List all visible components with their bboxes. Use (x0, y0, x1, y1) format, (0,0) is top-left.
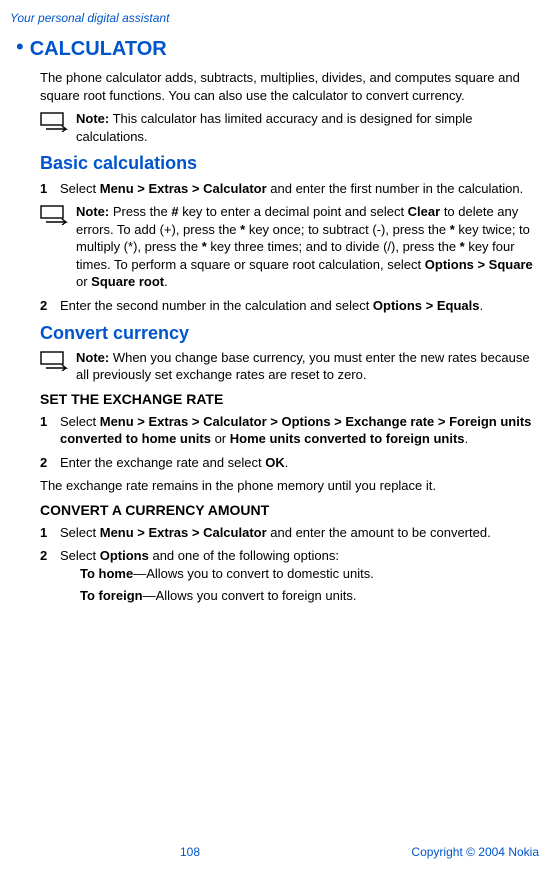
note-icon (40, 203, 76, 225)
option-label: To home (80, 566, 133, 581)
t: key once; to subtract (-), press the (245, 222, 449, 237)
menu-path: Home units converted to foreign units (230, 431, 465, 446)
option-to-home: To home—Allows you to convert to domesti… (80, 565, 539, 583)
t: Select (60, 548, 100, 563)
text: Select (60, 181, 100, 196)
t: or (76, 274, 91, 289)
option-desc: —Allows you to convert to domestic units… (133, 566, 374, 581)
option-label: To foreign (80, 588, 143, 603)
note-text: When you change base currency, you must … (76, 350, 530, 383)
clear-label: Clear (408, 204, 441, 219)
step-number: 1 (40, 413, 60, 448)
step-number: 2 (40, 297, 60, 315)
t: Select (60, 414, 100, 429)
header-section-title: Your personal digital assistant (10, 10, 539, 26)
step-amount-2: 2 Select Options and one of the followin… (40, 547, 539, 608)
note-label: Note: (76, 204, 109, 219)
step-body: Enter the second number in the calculati… (60, 297, 539, 315)
menu-path: Menu > Extras > Calculator (100, 525, 267, 540)
note-accuracy: Note: This calculator has limited accura… (40, 110, 539, 145)
ok-label: OK (265, 455, 285, 470)
note-body: Note: This calculator has limited accura… (76, 110, 539, 145)
step-amount-1: 1 Select Menu > Extras > Calculator and … (40, 524, 539, 542)
step-number: 1 (40, 180, 60, 198)
note-label: Note: (76, 350, 109, 365)
note-currency: Note: When you change base currency, you… (40, 349, 539, 384)
note-icon (40, 110, 76, 132)
step-basic-1: 1 Select Menu > Extras > Calculator and … (40, 180, 539, 198)
note-keys: Note: Press the # key to enter a decimal… (40, 203, 539, 291)
t: . (164, 274, 168, 289)
step-basic-2: 2 Enter the second number in the calcula… (40, 297, 539, 315)
options-equals: Options > Equals (373, 298, 480, 313)
page-footer: 108 Copyright © 2004 Nokia (0, 844, 559, 860)
h2-convert-currency: Convert currency (40, 321, 539, 345)
t: . (465, 431, 469, 446)
step-body: Select Options and one of the following … (60, 547, 539, 608)
h3-set-exchange-rate: SET THE EXCHANGE RATE (40, 390, 539, 409)
t: Enter the exchange rate and select (60, 455, 265, 470)
t: Select (60, 525, 100, 540)
t: . (479, 298, 483, 313)
note-icon (40, 349, 76, 371)
bullet-icon: • (16, 36, 24, 58)
step-number: 1 (40, 524, 60, 542)
t: key to enter a decimal point and select (179, 204, 408, 219)
copyright-text: Copyright © 2004 Nokia (411, 844, 539, 860)
page-number: 108 (180, 844, 200, 860)
note-body: Note: When you change base currency, you… (76, 349, 539, 384)
note-body: Note: Press the # key to enter a decimal… (76, 203, 539, 291)
t: and one of the following options: (149, 548, 339, 563)
step-body: Enter the exchange rate and select OK. (60, 454, 539, 472)
step-number: 2 (40, 454, 60, 472)
t: or (211, 431, 230, 446)
options-path: Options > Square (425, 257, 533, 272)
intro-paragraph: The phone calculator adds, subtracts, mu… (40, 69, 539, 104)
text: and enter the first number in the calcul… (267, 181, 524, 196)
menu-path: Menu > Extras > Calculator (100, 181, 267, 196)
t: Enter the second number in the calculati… (60, 298, 373, 313)
step-number: 2 (40, 547, 60, 608)
t: Press the (109, 204, 171, 219)
step-rate-2: 2 Enter the exchange rate and select OK. (40, 454, 539, 472)
square-root-label: Square root (91, 274, 164, 289)
note-label: Note: (76, 111, 109, 126)
h1-row: • CALCULATOR (10, 36, 539, 63)
h1-calculator: CALCULATOR (30, 36, 167, 63)
option-to-foreign: To foreign—Allows you convert to foreign… (80, 587, 539, 605)
t: and enter the amount to be converted. (267, 525, 491, 540)
h2-basic-calculations: Basic calculations (40, 151, 539, 175)
note-text: This calculator has limited accuracy and… (76, 111, 472, 144)
option-desc: —Allows you convert to foreign units. (143, 588, 357, 603)
t: . (285, 455, 289, 470)
step-body: Select Menu > Extras > Calculator and en… (60, 180, 539, 198)
step-body: Select Menu > Extras > Calculator > Opti… (60, 413, 539, 448)
hash-key: # (171, 204, 178, 219)
options-label: Options (100, 548, 149, 563)
step-rate-1: 1 Select Menu > Extras > Calculator > Op… (40, 413, 539, 448)
h3-convert-amount: CONVERT A CURRENCY AMOUNT (40, 501, 539, 520)
step-body: Select Menu > Extras > Calculator and en… (60, 524, 539, 542)
rate-footer-paragraph: The exchange rate remains in the phone m… (40, 477, 539, 495)
t: key three times; and to divide (/), pres… (207, 239, 460, 254)
